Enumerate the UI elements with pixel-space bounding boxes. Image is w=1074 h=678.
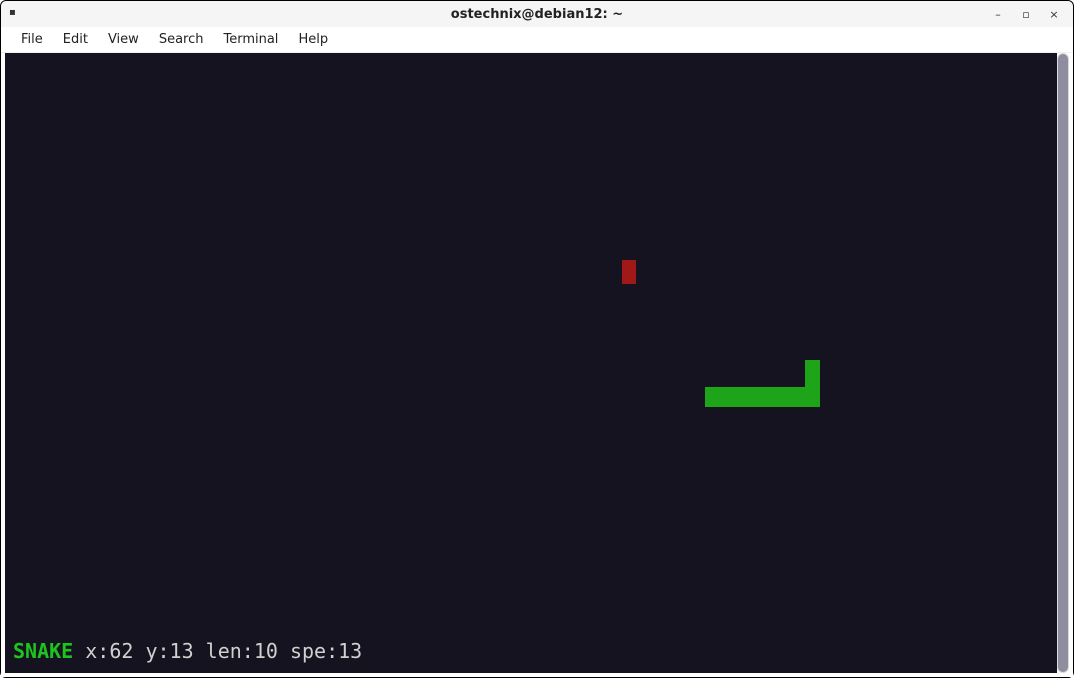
menu-help[interactable]: Help <box>288 28 338 51</box>
maximize-button[interactable]: ▫ <box>1019 8 1033 21</box>
game-status-values: x:62 y:13 len:10 spe:13 <box>73 639 362 663</box>
menu-edit[interactable]: Edit <box>53 28 98 51</box>
game-status-label: SNAKE <box>13 639 73 663</box>
menu-view[interactable]: View <box>98 28 149 51</box>
terminal-container: SNAKE x:62 y:13 len:10 spe:13 <box>1 53 1073 677</box>
close-button[interactable]: × <box>1047 8 1061 21</box>
snake-body-vertical <box>805 360 820 407</box>
window-title: ostechnix@debian12: ~ <box>451 7 623 22</box>
menubar: File Edit View Search Terminal Help <box>1 27 1073 53</box>
menu-terminal[interactable]: Terminal <box>213 28 288 51</box>
minimize-button[interactable]: – <box>991 8 1005 21</box>
menu-file[interactable]: File <box>11 28 53 51</box>
window-controls: – ▫ × <box>991 1 1067 27</box>
snake-body-horizontal <box>705 387 820 407</box>
window-titlebar: ▪ ostechnix@debian12: ~ – ▫ × <box>1 1 1073 27</box>
terminal-scrollbar[interactable] <box>1057 53 1069 673</box>
window-app-icon: ▪ <box>9 7 21 19</box>
scrollbar-thumb[interactable] <box>1058 54 1068 672</box>
snake-food <box>622 260 636 284</box>
menu-search[interactable]: Search <box>149 28 214 51</box>
game-status-line: SNAKE x:62 y:13 len:10 spe:13 <box>13 639 362 663</box>
terminal-viewport[interactable]: SNAKE x:62 y:13 len:10 spe:13 <box>5 53 1057 673</box>
